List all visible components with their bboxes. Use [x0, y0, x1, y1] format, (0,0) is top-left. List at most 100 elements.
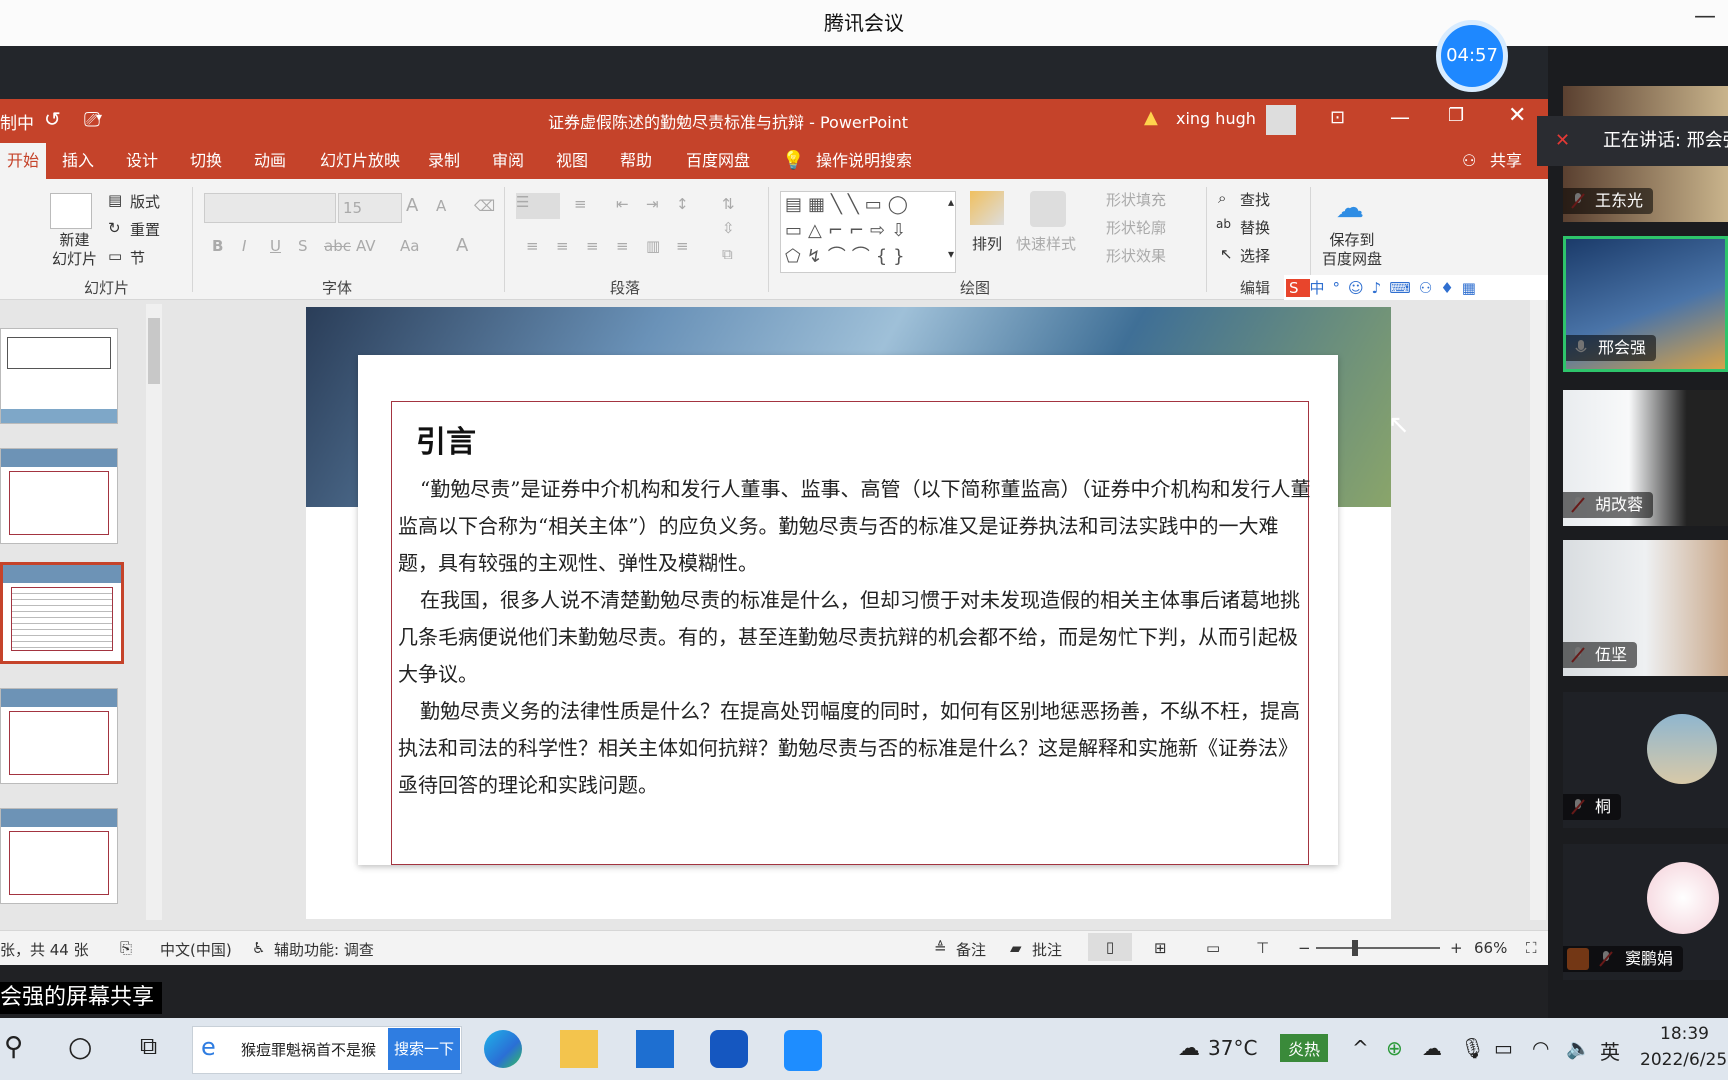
- find-button[interactable]: 查找: [1240, 189, 1270, 210]
- participant-tile[interactable]: 桐: [1563, 692, 1728, 828]
- select-button[interactable]: 选择: [1240, 245, 1270, 266]
- bullets-icon[interactable]: ☰: [516, 193, 560, 219]
- search-icon[interactable]: ⚲: [4, 1032, 23, 1062]
- layout-button[interactable]: 版式: [130, 191, 160, 212]
- font-name-box[interactable]: [204, 193, 336, 223]
- zoom-out-icon[interactable]: −: [1298, 939, 1311, 957]
- save-baidu-button[interactable]: 保存到 百度网盘: [1322, 231, 1382, 269]
- slide-sorter-icon[interactable]: ⊞: [1154, 939, 1167, 957]
- zoom-level[interactable]: 66%: [1474, 939, 1507, 957]
- security-icon[interactable]: ⊕: [1386, 1036, 1403, 1060]
- tell-me-search[interactable]: 操作说明搜索: [816, 143, 912, 179]
- tab-animations[interactable]: 动画: [254, 143, 286, 179]
- align-center-icon[interactable]: ≡: [556, 237, 569, 255]
- char-spacing-icon[interactable]: AV: [356, 237, 376, 255]
- arrange-icon[interactable]: [970, 191, 1004, 225]
- tab-slideshow[interactable]: 幻灯片放映: [320, 143, 400, 179]
- tab-home[interactable]: 开始: [0, 143, 46, 179]
- accessibility[interactable]: 辅助功能: 调查: [274, 939, 374, 960]
- italic-icon[interactable]: I: [242, 237, 246, 255]
- new-slide-icon[interactable]: [50, 193, 92, 229]
- smartart-icon[interactable]: ⧉: [722, 245, 733, 263]
- window-minimize-icon[interactable]: —: [1390, 105, 1410, 129]
- edge-icon[interactable]: [484, 1030, 522, 1068]
- slide-thumbnail[interactable]: [0, 688, 118, 784]
- align-right-icon[interactable]: ≡: [586, 237, 599, 255]
- tencent-meeting-icon[interactable]: [784, 1030, 822, 1071]
- ribbon-display-icon[interactable]: ⊡: [1330, 107, 1345, 128]
- lenovo-icon[interactable]: [710, 1030, 748, 1068]
- zoom-in-icon[interactable]: +: [1450, 939, 1463, 957]
- clear-format-icon[interactable]: ⌫: [474, 197, 495, 215]
- undo-icon[interactable]: ↺: [44, 107, 61, 131]
- tab-help[interactable]: 帮助: [620, 143, 652, 179]
- tab-baidu[interactable]: 百度网盘: [686, 143, 750, 179]
- participant-tile-active[interactable]: 邢会强: [1563, 236, 1728, 372]
- share-icon[interactable]: ⚇: [1462, 143, 1476, 179]
- slide-paragraph[interactable]: 在我国，很多人说不清楚勤勉尽责的标准是什么，但却习惯于对未发现造假的相关主体事后…: [398, 582, 1314, 693]
- text-direction-icon[interactable]: ⇅: [722, 195, 735, 213]
- meeting-timer[interactable]: 04:57: [1436, 20, 1508, 92]
- quick-access-more-icon[interactable]: ▾: [96, 110, 102, 124]
- decrease-indent-icon[interactable]: ⇤: [616, 195, 629, 213]
- share-button[interactable]: 共享: [1490, 143, 1522, 179]
- reset-button[interactable]: 重置: [130, 219, 160, 240]
- gallery-scroll-up-icon[interactable]: ▴: [948, 195, 954, 209]
- replace-button[interactable]: 替换: [1240, 217, 1270, 238]
- font-color-icon[interactable]: A: [456, 235, 468, 256]
- fit-slide-icon[interactable]: ⛶: [1526, 939, 1537, 957]
- battery-icon[interactable]: ▭: [1494, 1036, 1513, 1060]
- new-slide-button[interactable]: 新建 幻灯片: [52, 231, 97, 269]
- slide-thumbnail[interactable]: [0, 328, 118, 424]
- participant-tile[interactable]: 窦鹏娟: [1563, 844, 1728, 980]
- participant-tile[interactable]: 胡改蓉: [1563, 390, 1728, 526]
- window-restore-icon[interactable]: ❐: [1448, 105, 1464, 126]
- columns-icon[interactable]: ▥: [646, 237, 660, 255]
- font-size-box[interactable]: 15: [338, 193, 402, 223]
- search-text[interactable]: 猴痘罪魁祸首不是猴: [241, 1039, 376, 1060]
- slide-paragraph[interactable]: “勤勉尽责”是证券中介机构和发行人董事、监事、高管（以下简称董监高）（证券中介机…: [398, 471, 1314, 582]
- tab-insert[interactable]: 插入: [62, 143, 94, 179]
- language[interactable]: 中文(中国): [160, 939, 232, 960]
- quick-styles-icon[interactable]: [1030, 191, 1066, 227]
- microphone-icon[interactable]: 🎙: [1460, 1036, 1485, 1060]
- slide-title[interactable]: 引言: [416, 417, 476, 461]
- thumbnail-scrollbar[interactable]: [146, 304, 162, 920]
- quick-styles-button[interactable]: 快速样式: [1016, 233, 1076, 254]
- shapes-gallery[interactable]: ▤▦╲╲▭◯ ▭△⌐⌐⇨⇩ ⬠↯⌒⌒{}: [780, 191, 956, 273]
- avatar[interactable]: [1266, 105, 1296, 135]
- tab-record[interactable]: 录制: [428, 143, 460, 179]
- section-button[interactable]: 节: [130, 247, 145, 268]
- gallery-more-icon[interactable]: ▾: [948, 247, 954, 261]
- current-slide[interactable]: 引言 “勤勉尽责”是证券中介机构和发行人董事、监事、高管（以下简称董监高）（证券…: [306, 307, 1391, 919]
- tab-view[interactable]: 视图: [556, 143, 588, 179]
- tab-review[interactable]: 审阅: [492, 143, 524, 179]
- slide-thumbnail[interactable]: [0, 448, 118, 544]
- window-close-icon[interactable]: ✕: [1508, 103, 1526, 128]
- wifi-icon[interactable]: ◠: [1532, 1036, 1549, 1060]
- file-explorer-icon[interactable]: [560, 1030, 598, 1068]
- clock-time[interactable]: 18:39: [1660, 1024, 1709, 1044]
- arrange-button[interactable]: 排列: [972, 233, 1002, 254]
- align-text-icon[interactable]: ≡: [676, 237, 689, 255]
- tab-design[interactable]: 设计: [126, 143, 158, 179]
- cortana-icon[interactable]: ○: [68, 1030, 92, 1063]
- slide-thumbnail[interactable]: [0, 808, 118, 904]
- ppt-user[interactable]: xing hugh: [1176, 109, 1256, 128]
- spellcheck-icon[interactable]: ⎘: [120, 939, 132, 957]
- ime-toolbar[interactable]: S 中°☺♪⌨⚇♦▦: [1284, 275, 1550, 301]
- weather-temp[interactable]: 37°C: [1208, 1036, 1257, 1060]
- numbering-icon[interactable]: ≡: [574, 195, 587, 213]
- justify-icon[interactable]: ≡: [616, 237, 629, 255]
- strikethrough-icon[interactable]: abc: [324, 237, 351, 255]
- slideshow-view-icon[interactable]: ⊤: [1256, 939, 1269, 957]
- shape-effects-button[interactable]: 形状效果: [1106, 245, 1166, 266]
- tray-expand-icon[interactable]: ^: [1352, 1036, 1369, 1060]
- task-view-icon[interactable]: ⧉: [140, 1032, 157, 1060]
- ime-mode[interactable]: 英: [1600, 1036, 1620, 1065]
- editor-scrollbar[interactable]: [1530, 300, 1546, 920]
- slide-thumbnail-active[interactable]: [0, 562, 124, 664]
- mail-icon[interactable]: [636, 1030, 674, 1068]
- onedrive-icon[interactable]: ☁: [1422, 1036, 1442, 1060]
- participant-tile[interactable]: 伍坚: [1563, 540, 1728, 676]
